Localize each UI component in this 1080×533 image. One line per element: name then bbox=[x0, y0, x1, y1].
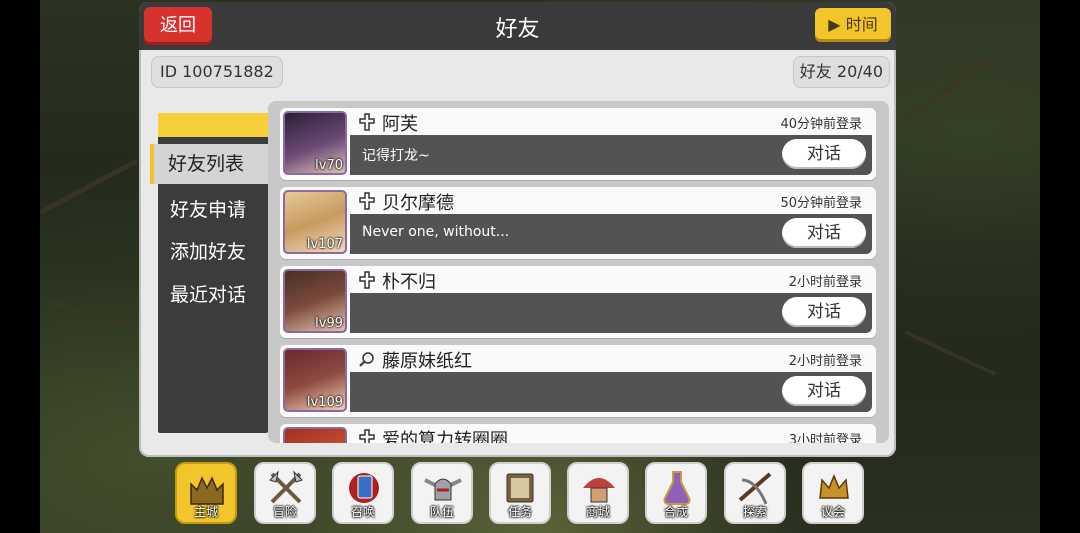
nav-adventure[interactable]: 冒险 bbox=[254, 462, 316, 524]
nav-shop[interactable]: 商城 bbox=[567, 462, 629, 524]
level-label: lv70 bbox=[315, 158, 343, 173]
level-label: lv99 bbox=[315, 316, 343, 331]
cross-icon bbox=[359, 192, 375, 210]
tabs-top-accent bbox=[158, 113, 268, 137]
nav-main-city[interactable]: 主城 bbox=[175, 462, 237, 524]
avatar[interactable]: lv99 bbox=[283, 269, 347, 333]
nav-label: 任务 bbox=[507, 505, 532, 519]
last-login-time: 50分钟前登录 bbox=[780, 196, 862, 211]
tab-recent-chats[interactable]: 最近对话 bbox=[170, 280, 246, 307]
nav-synthesis[interactable]: 合成 bbox=[645, 462, 707, 524]
level-label: lv107 bbox=[306, 237, 343, 252]
right-letterbox bbox=[1040, 0, 1080, 533]
page-title: 好友 bbox=[495, 17, 540, 42]
time-sort-label: 时间 bbox=[845, 15, 878, 34]
avatar[interactable]: lv70 bbox=[283, 111, 347, 175]
friend-message: Never one, without... bbox=[362, 224, 510, 240]
friend-list[interactable]: lv70 阿芙 40分钟前登录 记得打龙~ 对话 lv107 贝尔摩德 50分钟… bbox=[268, 101, 889, 443]
chat-button[interactable]: 对话 bbox=[782, 297, 866, 327]
branch-decoration bbox=[898, 51, 1000, 125]
play-triangle-icon: ▶ bbox=[828, 15, 846, 34]
chat-button[interactable]: 对话 bbox=[782, 218, 866, 248]
nav-label: 队伍 bbox=[429, 505, 454, 519]
tab-friend-list[interactable]: 好友列表 bbox=[150, 144, 268, 184]
branch-decoration bbox=[49, 300, 137, 332]
last-login-time: 2小时前登录 bbox=[788, 275, 862, 290]
nav-label: 合成 bbox=[663, 505, 688, 519]
cross-icon bbox=[359, 271, 375, 289]
crossed-axes-icon bbox=[269, 470, 303, 504]
last-login-time: 3小时前登录 bbox=[788, 433, 862, 443]
nav-label: 议会 bbox=[820, 505, 845, 519]
friends-panel: 返回 好友 ▶ 时间 ID 100751882 好友 20/40 好友列表 好友… bbox=[139, 2, 896, 457]
friend-name: 藤原妹纸红 bbox=[382, 351, 472, 372]
friend-message: 记得打龙~ bbox=[362, 148, 430, 164]
castle-icon bbox=[190, 476, 224, 505]
friend-card: lv99 朴不归 2小时前登录 对话 bbox=[280, 266, 876, 338]
left-letterbox bbox=[0, 0, 40, 533]
friend-name: 朴不归 bbox=[382, 272, 436, 293]
message-bar: 记得打龙~ 对话 bbox=[350, 135, 872, 175]
tab-add-friend[interactable]: 添加好友 bbox=[170, 237, 246, 264]
nav-label: 商城 bbox=[585, 505, 610, 519]
nav-quests[interactable]: 任务 bbox=[489, 462, 551, 524]
nav-summon[interactable]: 召唤 bbox=[332, 462, 394, 524]
winged-helmet-icon bbox=[424, 478, 462, 501]
level-label: lv109 bbox=[306, 395, 343, 410]
bottom-nav: 主城 冒险 召唤 队伍 任务 商城 合成 探索 议会 bbox=[0, 462, 1080, 526]
potion-flask-icon bbox=[663, 471, 691, 505]
friend-card: lv109 藤原妹纸红 2小时前登录 对话 bbox=[280, 345, 876, 417]
nav-council[interactable]: 议会 bbox=[802, 462, 864, 524]
avatar[interactable]: lv109 bbox=[283, 348, 347, 412]
friend-name: 爱的算力转圈圈 bbox=[382, 430, 508, 443]
nav-label: 召唤 bbox=[350, 505, 375, 519]
message-bar: 对话 bbox=[350, 293, 872, 333]
nav-label: 探索 bbox=[742, 505, 767, 519]
nav-explore[interactable]: 探索 bbox=[724, 462, 786, 524]
friend-name: 贝尔摩德 bbox=[382, 193, 454, 214]
cross-icon bbox=[359, 429, 375, 443]
message-bar: Never one, without... 对话 bbox=[350, 214, 872, 254]
summon-card-icon bbox=[349, 473, 379, 503]
council-crown-icon bbox=[819, 474, 849, 499]
time-sort-button[interactable]: ▶ 时间 bbox=[815, 8, 891, 42]
chat-button[interactable]: 对话 bbox=[782, 139, 866, 169]
message-bar: 对话 bbox=[350, 372, 872, 412]
last-login-time: 40分钟前登录 bbox=[780, 117, 862, 132]
nav-label: 主城 bbox=[193, 505, 218, 519]
title-bar: 返回 好友 ▶ 时间 bbox=[139, 2, 896, 50]
branch-decoration bbox=[904, 330, 997, 377]
avatar[interactable] bbox=[283, 427, 347, 443]
mushroom-shop-icon bbox=[583, 478, 615, 503]
branch-decoration bbox=[38, 158, 139, 215]
friend-card: lv107 贝尔摩德 50分钟前登录 Never one, without...… bbox=[280, 187, 876, 259]
crossbow-icon bbox=[738, 472, 772, 505]
friend-tabs: 好友列表 好友申请 添加好友 最近对话 bbox=[150, 113, 268, 433]
chat-button[interactable]: 对话 bbox=[782, 376, 866, 406]
avatar[interactable]: lv107 bbox=[283, 190, 347, 254]
nav-team[interactable]: 队伍 bbox=[411, 462, 473, 524]
quest-book-icon bbox=[506, 473, 534, 503]
last-login-time: 2小时前登录 bbox=[788, 354, 862, 369]
friend-card: lv70 阿芙 40分钟前登录 记得打龙~ 对话 bbox=[280, 108, 876, 180]
player-id-badge: ID 100751882 bbox=[151, 56, 283, 88]
magnifier-icon bbox=[359, 352, 374, 367]
friend-count-badge: 好友 20/40 bbox=[792, 56, 890, 88]
nav-label: 冒险 bbox=[272, 505, 297, 519]
cross-icon bbox=[359, 113, 375, 131]
friend-name: 阿芙 bbox=[382, 114, 418, 135]
tab-friend-requests[interactable]: 好友申请 bbox=[170, 195, 246, 222]
friend-card: 爱的算力转圈圈 3小时前登录 bbox=[280, 424, 876, 443]
